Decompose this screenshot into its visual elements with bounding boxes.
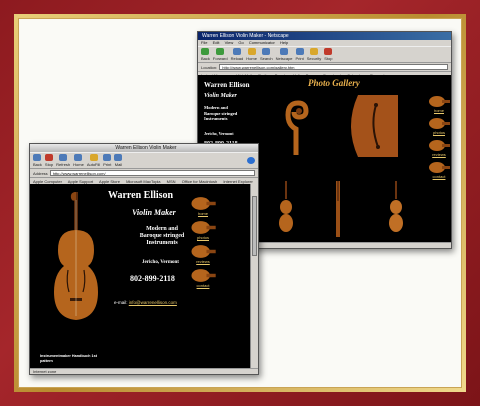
menu-item[interactable]: View <box>225 40 234 45</box>
autofill-button[interactable]: AutoFill <box>87 154 100 167</box>
toolbar: Back Stop Refresh Home AutoFill Print Ma… <box>30 152 258 169</box>
main-browser-window: Warren Ellison Violin Maker Back Stop Re… <box>29 143 259 375</box>
status-bar: Internet zone <box>30 368 258 374</box>
frame-gold-border: Warren Ellison Violin Maker - Netscape F… <box>14 14 466 392</box>
site-description: Modern and Baroque stringed Instruments <box>204 105 238 121</box>
location-label: Location: <box>201 64 218 70</box>
print-button[interactable]: Print <box>103 154 111 167</box>
refresh-button[interactable]: Refresh <box>56 154 70 167</box>
print-icon <box>103 154 112 161</box>
stop-button[interactable]: Stop <box>45 154 53 167</box>
photo-caption: Instrumentmaker Handbuch 1st pattern <box>40 354 97 363</box>
menu-item[interactable]: Edit <box>213 40 220 45</box>
ie-logo-icon <box>247 156 255 165</box>
peg-icon <box>191 221 216 234</box>
url-input[interactable]: http://www.warrenellison.com/ <box>49 170 255 176</box>
home-icon <box>247 48 256 55</box>
back-button[interactable]: Back <box>201 48 210 61</box>
netscape-button[interactable]: Netscape <box>276 48 293 61</box>
email-line: e-mail: info@warrenellison.com <box>114 300 177 305</box>
menu-item[interactable]: File <box>201 40 207 45</box>
autofill-icon <box>89 154 98 161</box>
violin-scroll-photo[interactable] <box>276 95 314 157</box>
back-button[interactable]: Back <box>33 154 42 167</box>
nav-home-button[interactable]: home <box>428 95 450 113</box>
site-phone: 802-899-2118 <box>130 274 175 283</box>
site-name: Warren Ellison <box>204 81 250 89</box>
vertical-scrollbar[interactable] <box>250 184 258 368</box>
violin-side-photo[interactable] <box>328 179 348 239</box>
nav-photos-button[interactable]: photos <box>190 220 216 240</box>
back-icon <box>201 48 210 55</box>
peg-icon <box>191 245 216 258</box>
home-button[interactable]: Home <box>73 154 84 167</box>
gallery-heading: Photo Gallery <box>308 78 360 88</box>
lock-icon <box>309 48 318 55</box>
forward-button[interactable]: Forward <box>213 48 228 61</box>
cello-photo[interactable] <box>44 190 108 330</box>
peg-icon <box>191 197 216 210</box>
window-title: Warren Ellison Violin Maker - Netscape <box>198 32 451 40</box>
email-link[interactable]: info@warrenellison.com <box>129 300 177 305</box>
scroll-thumb[interactable] <box>252 196 257 256</box>
reload-icon <box>232 48 241 55</box>
stop-icon <box>45 154 54 161</box>
stop-button[interactable]: Stop <box>324 48 332 61</box>
site-subtitle: Violin Maker <box>204 93 237 99</box>
violin-photo[interactable] <box>276 179 296 239</box>
print-button[interactable]: Print <box>296 48 304 61</box>
search-button[interactable]: Search <box>260 48 273 61</box>
site-description: Modern and Baroque stringed Instruments <box>139 226 185 246</box>
nav-contact-button[interactable]: contact <box>428 161 450 179</box>
email-label: e-mail: <box>114 300 128 305</box>
security-button[interactable]: Security <box>307 48 321 61</box>
menu-item[interactable]: Communicator <box>249 40 275 45</box>
peg-icon <box>191 269 216 282</box>
print-icon <box>295 48 304 55</box>
peg-icon <box>429 118 450 129</box>
mail-button[interactable]: Mail <box>114 154 123 167</box>
nav-contact-button[interactable]: contact <box>190 268 216 288</box>
location-bar: Location: http://www.warrenellison.com/g… <box>198 63 451 72</box>
frame-canvas: Warren Ellison Violin Maker - Netscape F… <box>18 18 462 388</box>
picture-frame: Warren Ellison Violin Maker - Netscape F… <box>0 0 480 406</box>
site-location: Jericho, Vermont <box>204 131 234 136</box>
refresh-icon <box>59 154 68 161</box>
forward-icon <box>216 48 225 55</box>
menu-item[interactable]: Help <box>280 40 288 45</box>
netscape-icon <box>280 48 289 55</box>
home-page: Instrumentmaker Handbuch 1st pattern War… <box>30 184 250 368</box>
url-input[interactable]: http://www.warrenellison.com/gallery.htm <box>219 64 448 70</box>
stop-icon <box>324 48 333 55</box>
nav-photos-button[interactable]: photos <box>428 117 450 135</box>
violin-fhole-photo[interactable] <box>348 95 398 157</box>
site-subtitle: Violin Maker <box>132 208 176 217</box>
nav-reviews-button[interactable]: reviews <box>190 244 216 264</box>
peg-icon <box>429 140 450 151</box>
reload-button[interactable]: Reload <box>231 48 243 61</box>
site-name: Warren Ellison <box>108 190 174 201</box>
mail-icon <box>114 154 123 161</box>
peg-icon <box>429 96 450 107</box>
window-title: Warren Ellison Violin Maker <box>30 144 258 152</box>
nav-reviews-button[interactable]: reviews <box>428 139 450 157</box>
home-icon <box>74 154 83 161</box>
home-button[interactable]: Home <box>246 48 257 61</box>
address-bar: Address http://www.warrenellison.com/ <box>30 169 258 178</box>
back-icon <box>33 154 42 161</box>
menu-item[interactable]: Go <box>238 40 243 45</box>
site-location: Jericho, Vermont <box>142 260 179 265</box>
nav-home-button[interactable]: home <box>190 196 216 216</box>
search-icon <box>262 48 271 55</box>
toolbar: Back Forward Reload Home Search Netscape… <box>198 46 451 63</box>
peg-icon <box>429 162 450 173</box>
address-label: Address <box>33 170 48 176</box>
violin-back-photo[interactable] <box>386 179 406 239</box>
